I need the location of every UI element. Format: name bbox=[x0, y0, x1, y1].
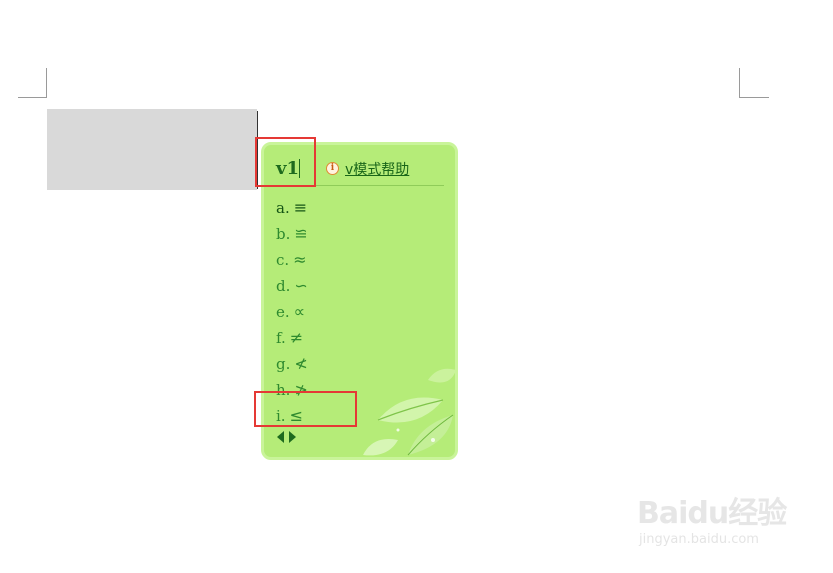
candidate-symbol: ≡ bbox=[293, 198, 308, 217]
leaf-decoration-icon bbox=[363, 368, 455, 456]
candidate-item[interactable]: e. ∝ bbox=[276, 301, 308, 327]
candidate-symbol: ≈ bbox=[293, 250, 307, 269]
candidate-item[interactable]: a. ≡ bbox=[276, 197, 308, 223]
candidate-item[interactable]: d. ∽ bbox=[276, 275, 308, 301]
candidate-symbol: ∝ bbox=[293, 302, 306, 321]
info-icon[interactable]: i bbox=[326, 162, 339, 175]
candidate-symbol: ≠ bbox=[289, 328, 304, 347]
v-mode-help-link[interactable]: v模式帮助 bbox=[345, 159, 409, 179]
candidate-item[interactable]: g. ≮ bbox=[276, 353, 308, 379]
arrow-left-icon[interactable] bbox=[277, 431, 284, 443]
candidate-symbol: ≮ bbox=[294, 354, 308, 373]
page-navigation bbox=[277, 430, 307, 444]
watermark-url: jingyan.baidu.com bbox=[639, 532, 759, 547]
candidate-symbol: ∽ bbox=[294, 276, 308, 295]
highlight-box-candidate-i bbox=[254, 391, 357, 427]
candidate-item[interactable]: c. ≈ bbox=[276, 249, 308, 275]
highlight-box-input bbox=[255, 137, 316, 187]
baidu-watermark: Baidu经验 jingyan.baidu.com bbox=[637, 480, 797, 560]
candidate-symbol: ≌ bbox=[294, 224, 308, 243]
selected-text-region[interactable] bbox=[47, 109, 257, 190]
arrow-right-icon[interactable] bbox=[289, 431, 296, 443]
candidate-item[interactable]: f. ≠ bbox=[276, 327, 308, 353]
watermark-brand: Baidu经验 bbox=[637, 496, 787, 531]
candidate-item[interactable]: b. ≌ bbox=[276, 223, 308, 249]
